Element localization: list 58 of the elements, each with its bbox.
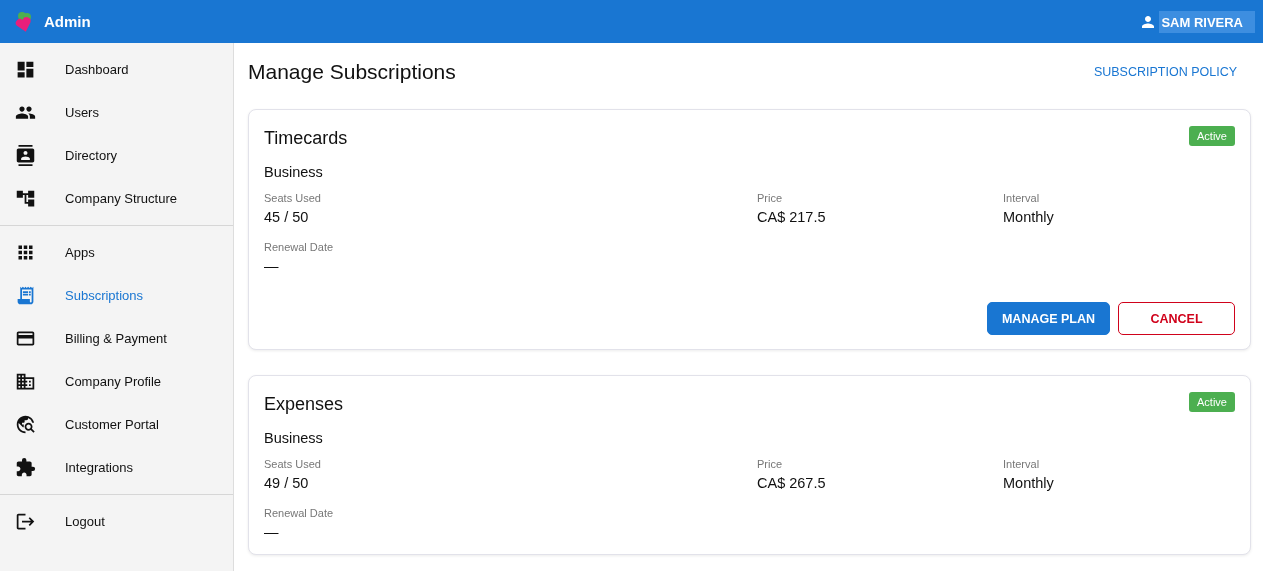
field-label: Seats Used	[264, 458, 322, 470]
field-value: CA$ 217.5	[757, 209, 827, 225]
sidebar-item[interactable]: Dashboard	[0, 48, 233, 91]
field-label: Price	[757, 458, 784, 470]
field-value: CA$ 267.5	[757, 475, 827, 491]
dashboard-icon	[15, 59, 36, 80]
receipt-icon	[15, 285, 36, 306]
field-value: —	[264, 524, 280, 540]
sidebar-item-label: Billing & Payment	[65, 331, 167, 346]
subscription-policy-link[interactable]: SUBSCRIPTION POLICY	[1093, 65, 1237, 79]
plan-name: Business	[264, 430, 324, 446]
sidebar-item[interactable]: Company Profile	[0, 360, 233, 403]
sidebar-item[interactable]: Company Structure	[0, 177, 233, 220]
puzzle-icon	[15, 457, 36, 478]
subscription-name: Timecards	[264, 128, 348, 149]
field-value: —	[264, 258, 280, 274]
field-label: Interval	[1003, 192, 1041, 204]
cancel-button[interactable]: CANCEL	[1118, 302, 1235, 335]
sidebar-item[interactable]: Billing & Payment	[0, 317, 233, 360]
manage-plan-button[interactable]: MANAGE PLAN	[986, 302, 1110, 335]
logout-icon	[15, 511, 36, 532]
sidebar-item[interactable]: Customer Portal	[0, 403, 233, 446]
field-label: Price	[757, 192, 784, 204]
sidebar-item-label: Dashboard	[65, 62, 129, 77]
plan-name: Business	[264, 164, 324, 180]
field-value: 49 / 50	[264, 475, 310, 491]
field-value: 45 / 50	[264, 209, 310, 225]
sidebar-item-label: Customer Portal	[65, 417, 159, 432]
field-label: Interval	[1003, 458, 1041, 470]
sidebar-item-label: Logout	[65, 514, 105, 529]
field-label: Seats Used	[264, 192, 322, 204]
field-label: Renewal Date	[264, 507, 335, 519]
sidebar-item[interactable]: Users	[0, 91, 233, 134]
field-label: Renewal Date	[264, 241, 335, 253]
sidebar-item[interactable]: Directory	[0, 134, 233, 177]
globe-search-icon	[15, 414, 36, 435]
building-icon	[15, 371, 36, 392]
status-badge: Active	[1189, 392, 1235, 412]
sidebar-item-label: Company Structure	[65, 191, 177, 206]
sidebar-item[interactable]: Integrations	[0, 446, 233, 489]
sidebar-item-label: Users	[65, 105, 99, 120]
sidebar-item[interactable]: Apps	[0, 231, 233, 274]
tree-icon	[15, 188, 36, 209]
status-badge: Active	[1189, 126, 1235, 146]
subscription-name: Expenses	[264, 394, 344, 415]
page-title: Manage Subscriptions	[248, 60, 456, 84]
sidebar-item-label: Apps	[65, 245, 95, 260]
sidebar-item-label: Company Profile	[65, 374, 162, 389]
contact-card-icon	[15, 145, 36, 166]
sidebar-item[interactable]: Logout	[0, 500, 233, 543]
sidebar-item-label: Integrations	[65, 460, 133, 475]
heart-logo-icon	[14, 10, 34, 33]
sidebar-item[interactable]: Subscriptions	[0, 274, 233, 317]
sidebar-item-label: Directory	[65, 148, 117, 163]
sidebar-item-label: Subscriptions	[65, 288, 144, 303]
field-value: Monthly	[1003, 475, 1055, 491]
app-title: Admin	[44, 13, 92, 30]
field-value: Monthly	[1003, 209, 1055, 225]
